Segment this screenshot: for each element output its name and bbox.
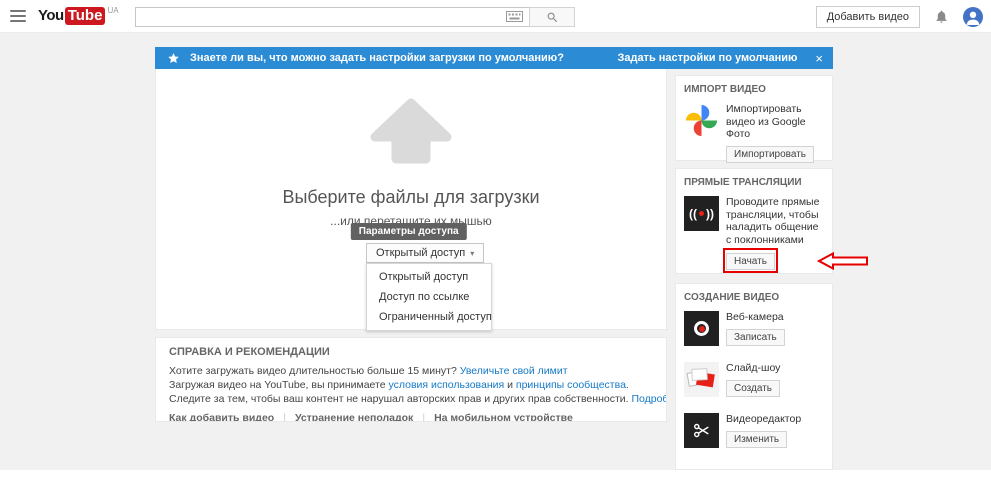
help-footer-links: Как добавить видео | Устранение неполадо… [169, 412, 653, 422]
header: You Tube UA Добавить видео [0, 0, 991, 33]
help-line-terms-text3: . [626, 379, 629, 391]
help-line-copyright: Следите за тем, чтобы ваш контент не нар… [169, 392, 653, 406]
search-input[interactable] [135, 7, 529, 27]
upload-title: Выберите файлы для загрузки [156, 187, 666, 208]
chevron-down-icon: ▾ [470, 249, 474, 258]
slideshow-row: Слайд-шоу Создать [684, 362, 824, 397]
video-editor-row: Видеоредактор Изменить [684, 413, 824, 448]
slideshow-icon [684, 362, 719, 397]
privacy-option-unlisted[interactable]: Доступ по ссылке [367, 287, 491, 307]
star-icon [167, 52, 180, 65]
scissors-icon [684, 413, 719, 448]
video-editor-label: Видеоредактор [726, 413, 801, 426]
upload-arrow-icon[interactable] [365, 95, 457, 172]
help-card: СПРАВКА И РЕКОМЕНДАЦИИ Хотите загружать … [155, 337, 667, 422]
hamburger-menu-icon[interactable] [10, 7, 26, 25]
slideshow-label: Слайд-шоу [726, 362, 780, 375]
keyboard-icon[interactable] [506, 11, 523, 22]
logo-tube-text: Tube [65, 7, 106, 25]
community-guidelines-link[interactable]: принципы сообщества [516, 379, 626, 391]
logo-country-code: UA [107, 6, 118, 15]
youtube-logo[interactable]: You Tube UA [38, 7, 119, 25]
youtube-upload-page: You Tube UA Добавить видео [0, 0, 991, 481]
start-live-button[interactable]: Начать [726, 253, 775, 270]
help-line-limit: Хотите загружать видео длительностью бол… [169, 364, 653, 378]
search-bar [135, 7, 575, 27]
import-video-text: Импортировать видео из Google Фото [726, 103, 824, 141]
search-button[interactable] [529, 7, 575, 27]
troubleshooting-link[interactable]: Устранение неполадок [295, 412, 413, 422]
webcam-icon [684, 311, 719, 346]
divider: | [422, 412, 425, 422]
divider: | [283, 412, 286, 422]
close-icon[interactable]: × [815, 52, 823, 65]
set-defaults-link[interactable]: Задать настройки по умолчанию [617, 52, 797, 64]
help-line-terms-text1: Загружая видео на YouTube, вы принимаете [169, 379, 388, 391]
help-line-copyright-text: Следите за тем, чтобы ваш контент не нар… [169, 393, 631, 405]
banner-text: Знаете ли вы, что можно задать настройки… [190, 52, 564, 64]
video-creation-title: СОЗДАНИЕ ВИДЕО [684, 292, 824, 303]
help-line-terms-text2: и [504, 379, 516, 391]
webcam-label: Веб-камера [726, 311, 785, 324]
live-broadcast-icon: (()) [684, 196, 719, 231]
video-creation-card: СОЗДАНИЕ ВИДЕО Веб-камера Записать Слайд… [675, 283, 833, 470]
import-video-card: ИМПОРТ ВИДЕО Импортировать видео из Goog… [675, 75, 833, 161]
help-title: СПРАВКА И РЕКОМЕНДАЦИИ [169, 346, 653, 358]
logo-you-text: You [38, 7, 64, 25]
mobile-device-link[interactable]: На мобильном устройстве [434, 412, 573, 422]
search-icon [546, 11, 559, 24]
privacy-tooltip: Параметры доступа [351, 223, 467, 240]
privacy-option-public[interactable]: Открытый доступ [367, 267, 491, 287]
privacy-selected-label: Открытый доступ [376, 247, 465, 259]
privacy-option-private[interactable]: Ограниченный доступ [367, 307, 491, 327]
webcam-row: Веб-камера Записать [684, 311, 824, 346]
privacy-dropdown-button[interactable]: Открытый доступ ▾ [366, 243, 484, 263]
terms-of-use-link[interactable]: условия использования [388, 379, 504, 391]
live-streams-card: ПРЯМЫЕ ТРАНСЛЯЦИИ (()) Проводите прямые … [675, 168, 833, 274]
avatar[interactable] [963, 7, 983, 27]
help-line-limit-text: Хотите загружать видео длительностью бол… [169, 365, 460, 377]
upload-defaults-banner: Знаете ли вы, что можно задать настройки… [155, 47, 833, 69]
learn-more-link[interactable]: Подробнее... [631, 393, 667, 405]
increase-limit-link[interactable]: Увеличьте свой лимит [460, 365, 568, 377]
live-streams-title: ПРЯМЫЕ ТРАНСЛЯЦИИ [684, 177, 824, 188]
annotation-arrow-icon [817, 252, 869, 270]
how-to-add-video-link[interactable]: Как добавить видео [169, 412, 274, 422]
header-actions: Добавить видео [816, 0, 983, 33]
privacy-dropdown-menu: Открытый доступ Доступ по ссылке Огранич… [366, 263, 492, 331]
import-video-title: ИМПОРТ ВИДЕО [684, 84, 824, 95]
add-video-button[interactable]: Добавить видео [816, 6, 920, 28]
google-photos-icon [684, 103, 719, 138]
import-button[interactable]: Импортировать [726, 146, 814, 163]
upload-card[interactable]: Выберите файлы для загрузки ...или перет… [155, 69, 667, 330]
record-button[interactable]: Записать [726, 329, 785, 346]
edit-video-button[interactable]: Изменить [726, 431, 787, 448]
help-line-terms: Загружая видео на YouTube, вы принимаете… [169, 378, 653, 392]
notifications-bell-icon[interactable] [934, 9, 949, 24]
create-slideshow-button[interactable]: Создать [726, 380, 780, 397]
live-streams-text: Проводите прямые трансляции, чтобы налад… [726, 196, 824, 246]
